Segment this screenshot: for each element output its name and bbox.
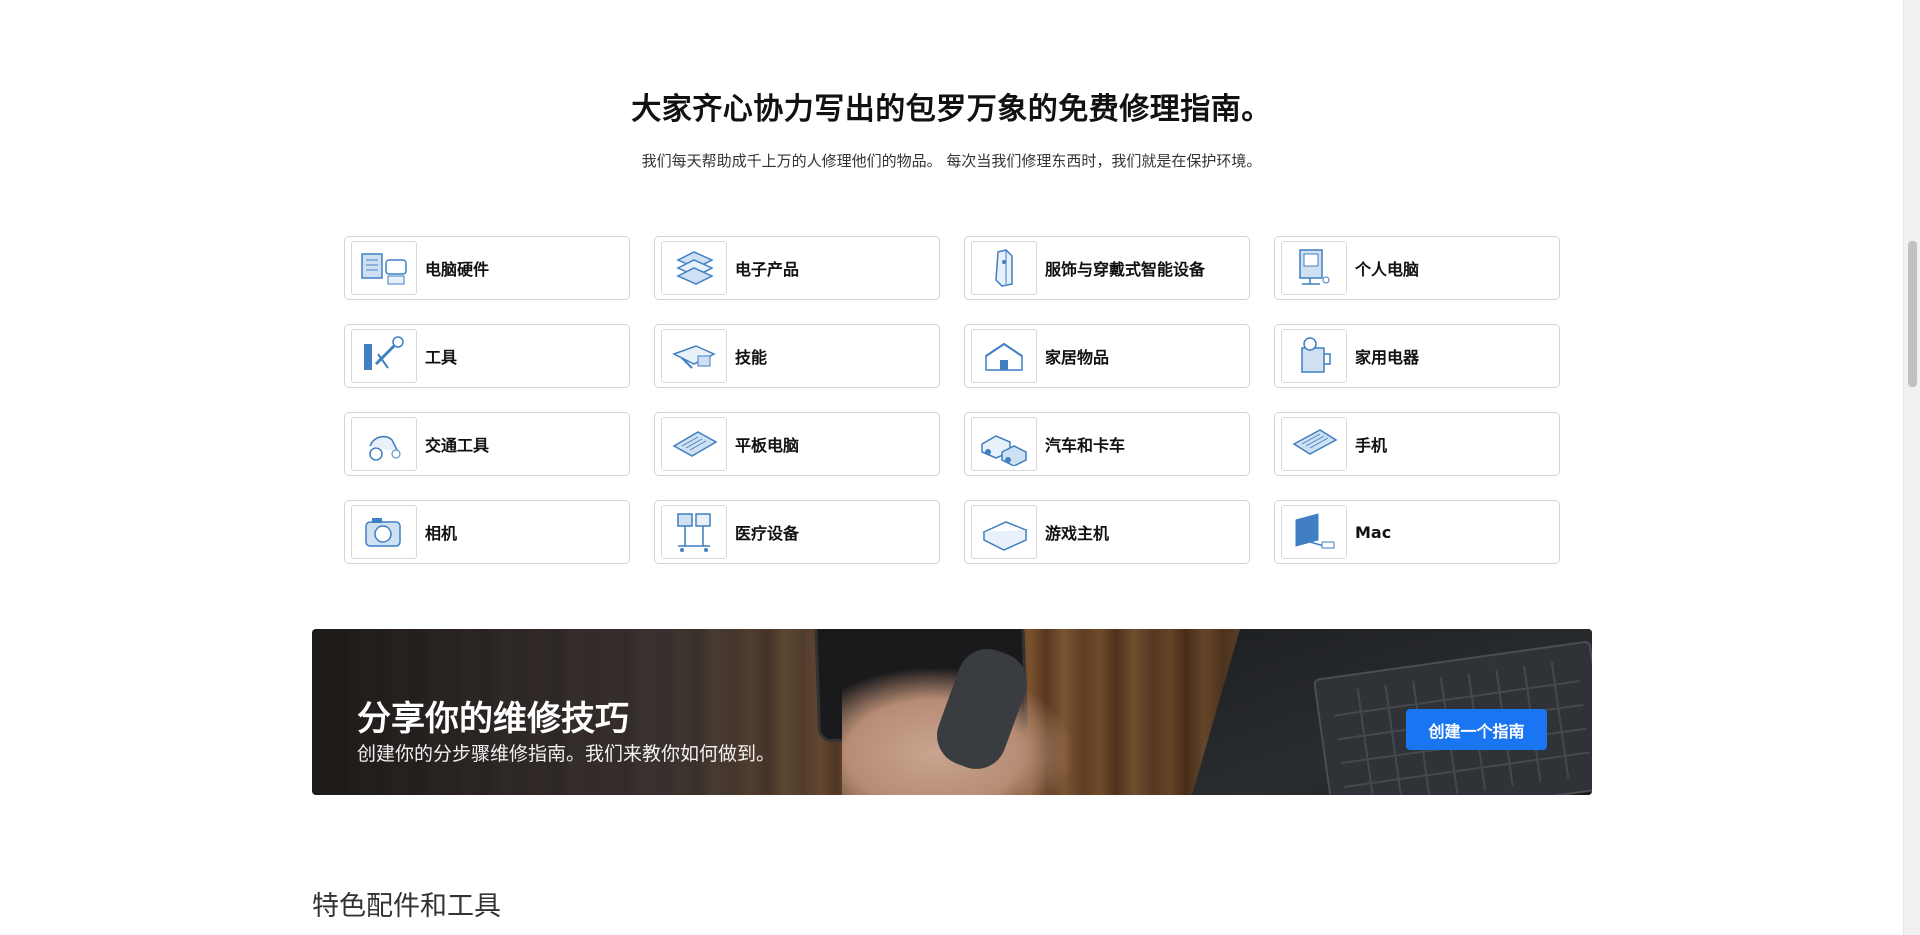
category-label: 汽车和卡车 [1045,436,1126,455]
category-label: 技能 [735,348,768,367]
category-label: 服饰与穿戴式智能设备 [1045,260,1206,279]
category-card-tablet[interactable]: 平板电脑 [654,412,940,476]
electronics-icon [661,241,727,295]
category-label: 医疗设备 [735,524,800,543]
apparel-icon [971,241,1037,295]
page-subtitle: 我们每天帮助成千上万的人修理他们的物品。 每次当我们修理东西时，我们就是在保护环… [641,152,1262,170]
computer-hardware-icon [351,241,417,295]
category-card-phone[interactable]: 手机 [1274,412,1560,476]
tools-icon [351,329,417,383]
featured-parts-title: 特色配件和工具 [312,891,501,922]
category-grid: 电脑硬件 电子产品 服饰与穿戴式智能设备 个人电脑 工具 技能 家居物品 家用电… [344,236,1560,564]
camera-icon [351,505,417,559]
appliance-icon [1281,329,1347,383]
category-label: 游戏主机 [1045,524,1110,543]
category-label: 手机 [1355,436,1388,455]
category-label: 电子产品 [735,260,800,279]
category-label: 家用电器 [1355,348,1420,367]
category-card-tools[interactable]: 工具 [344,324,630,388]
category-card-pc[interactable]: 个人电脑 [1274,236,1560,300]
category-card-appliance[interactable]: 家用电器 [1274,324,1560,388]
category-label: 相机 [425,524,458,543]
category-card-electronics[interactable]: 电子产品 [654,236,940,300]
category-card-camera[interactable]: 相机 [344,500,630,564]
skills-icon [661,329,727,383]
category-card-apparel[interactable]: 服饰与穿戴式智能设备 [964,236,1250,300]
category-card-car-truck[interactable]: 汽车和卡车 [964,412,1250,476]
category-card-vehicle[interactable]: 交通工具 [344,412,630,476]
banner-title: 分享你的维修技巧 [357,699,629,739]
create-guide-button[interactable]: 创建一个指南 [1406,709,1547,750]
vehicle-icon [351,417,417,471]
game-console-icon [971,505,1037,559]
tablet-icon [661,417,727,471]
category-label: 家居物品 [1045,348,1110,367]
category-label: 工具 [425,348,458,367]
share-guide-banner: 分享你的维修技巧 创建你的分步骤维修指南。我们来教你如何做到。 创建一个指南 [312,629,1592,795]
household-icon [971,329,1037,383]
category-label: 电脑硬件 [425,260,490,279]
scrollbar-thumb[interactable] [1908,241,1917,387]
category-card-household[interactable]: 家居物品 [964,324,1250,388]
category-label: 个人电脑 [1355,260,1420,279]
car-truck-icon [971,417,1037,471]
category-label: Mac [1355,522,1392,542]
category-card-computer-hardware[interactable]: 电脑硬件 [344,236,630,300]
mac-icon [1281,505,1347,559]
category-label: 交通工具 [425,436,490,455]
category-card-game-console[interactable]: 游戏主机 [964,500,1250,564]
page-title: 大家齐心协力写出的包罗万象的免费修理指南。 [631,92,1272,127]
phone-icon [1281,417,1347,471]
category-label: 平板电脑 [735,436,800,455]
page-scrollbar[interactable] [1903,0,1920,935]
banner-subtitle: 创建你的分步骤维修指南。我们来教你如何做到。 [357,743,776,765]
medical-device-icon [661,505,727,559]
pc-icon [1281,241,1347,295]
page: 大家齐心协力写出的包罗万象的免费修理指南。 我们每天帮助成千上万的人修理他们的物… [0,0,1920,935]
category-card-mac[interactable]: Mac [1274,500,1560,564]
category-card-medical-device[interactable]: 医疗设备 [654,500,940,564]
category-card-skills[interactable]: 技能 [654,324,940,388]
